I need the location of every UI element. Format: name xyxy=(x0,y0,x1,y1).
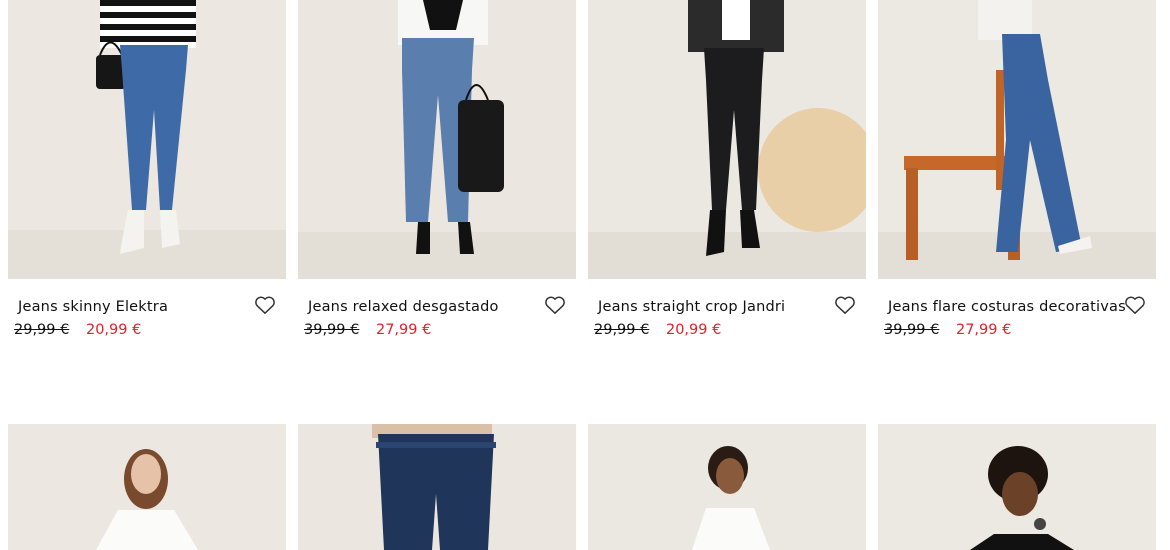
product-card[interactable] xyxy=(588,424,866,550)
product-image[interactable] xyxy=(298,424,576,550)
heart-outline-icon[interactable] xyxy=(834,295,856,315)
product-card[interactable] xyxy=(878,424,1156,550)
product-name[interactable]: Jeans relaxed desgastado xyxy=(308,299,499,315)
sale-price: 27,99 € xyxy=(375,322,432,338)
original-price: 29,99 € xyxy=(14,322,70,338)
sale-price: 20,99 € xyxy=(85,322,142,338)
product-card[interactable]: Jeans straight crop Jandri 29,99 € 20,99… xyxy=(588,0,866,338)
product-name[interactable]: Jeans straight crop Jandri xyxy=(598,299,785,315)
original-price: 29,99 € xyxy=(594,322,650,338)
sale-price: 27,99 € xyxy=(955,322,1012,338)
product-card[interactable]: Jeans skinny Elektra 29,99 € 20,99 € xyxy=(8,0,286,338)
product-card[interactable] xyxy=(8,424,286,550)
heart-outline-icon[interactable] xyxy=(1124,295,1146,315)
product-name[interactable]: Jeans flare costuras decorativas xyxy=(888,299,1126,315)
product-image[interactable] xyxy=(588,424,866,550)
heart-outline-icon[interactable] xyxy=(544,295,566,315)
product-card[interactable]: Jeans flare costuras decorativas 39,99 €… xyxy=(878,0,1156,338)
original-price: 39,99 € xyxy=(884,322,940,338)
product-image[interactable] xyxy=(298,0,576,279)
heart-outline-icon[interactable] xyxy=(254,295,276,315)
product-card[interactable]: Jeans relaxed desgastado 39,99 € 27,99 € xyxy=(298,0,576,338)
sale-price: 20,99 € xyxy=(665,322,722,338)
product-image[interactable] xyxy=(588,0,866,279)
original-price: 39,99 € xyxy=(304,322,360,338)
product-image[interactable] xyxy=(8,424,286,550)
product-image[interactable] xyxy=(8,0,286,279)
product-image[interactable] xyxy=(878,0,1156,279)
product-image[interactable] xyxy=(878,424,1156,550)
product-card[interactable] xyxy=(298,424,576,550)
product-name[interactable]: Jeans skinny Elektra xyxy=(18,299,168,315)
